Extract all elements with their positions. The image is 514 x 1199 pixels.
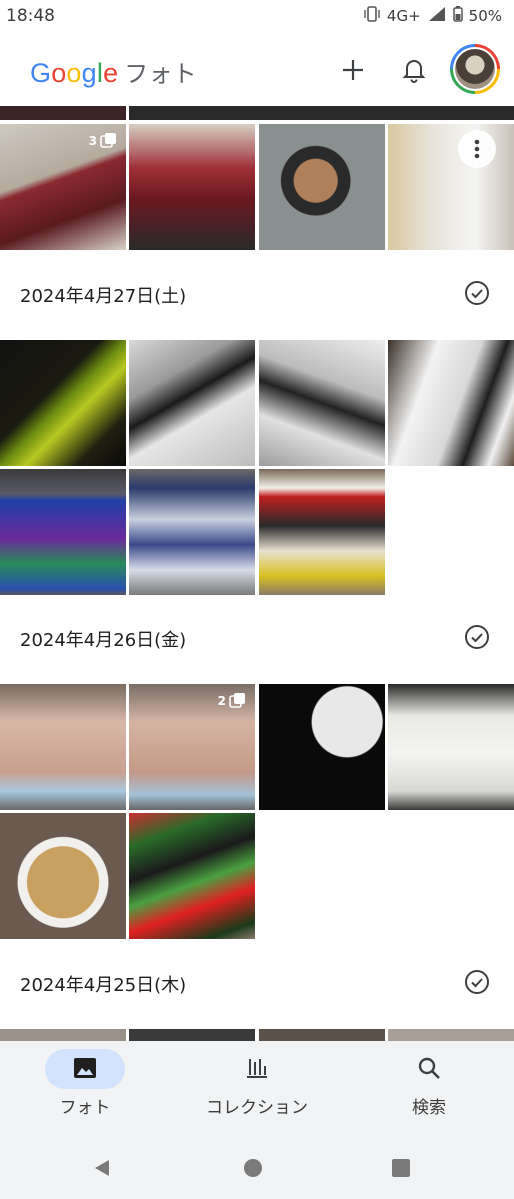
section-date: 2024年4月27日(土) [20,286,187,307]
battery-icon [452,6,463,26]
system-navigation-bar [0,1130,514,1199]
select-all-check-icon[interactable] [464,280,490,306]
photo-thumbnail[interactable]: 2 [129,684,255,810]
photo-thumbnail[interactable] [0,684,126,810]
more-options-button[interactable] [458,130,496,168]
photo-thumbnail[interactable] [259,1029,385,1041]
back-icon[interactable] [92,1158,112,1178]
date-header: 2024年4月25日(木) [0,941,514,1029]
status-time: 18:48 [6,6,55,26]
photo-thumbnail[interactable] [0,1029,126,1041]
more-vert-icon [474,139,480,159]
plus-icon [343,60,363,80]
app-bar: Google フォト [0,34,514,106]
battery-percent: 50% [468,7,502,25]
photo-thumbnail[interactable]: 3 [0,124,126,250]
search-icon [418,1057,440,1079]
nav-label: コレクション [206,1098,308,1118]
photo-thumbnail[interactable] [129,124,255,250]
network-type: 4G+ [386,7,421,25]
stack-icon [229,693,245,708]
photo-thumbnail[interactable] [259,684,385,810]
app-logo: Google フォト [30,54,197,89]
photo-thumbnail[interactable] [0,340,126,466]
library-icon [247,1059,267,1078]
photo-grid[interactable]: 3 2024年4月27日(土) 2024年4月26日(金) 2 2024年4月2… [0,106,514,1041]
stack-icon [100,133,116,148]
photo-thumbnail[interactable] [0,469,126,595]
nav-collections[interactable]: コレクション [172,1041,342,1130]
photo-thumbnail[interactable] [388,340,514,466]
photo-thumbnail[interactable] [129,106,514,120]
photo-thumbnail[interactable] [129,340,255,466]
photo-thumbnail[interactable] [129,813,255,939]
product-name: フォト [124,60,197,88]
bell-icon [402,60,426,83]
photo-icon [74,1058,96,1078]
account-avatar[interactable] [450,44,500,94]
photo-thumbnail[interactable] [0,813,126,939]
photo-thumbnail[interactable] [259,469,385,595]
stack-count: 3 [88,134,97,148]
signal-icon [427,6,447,26]
photo-thumbnail[interactable] [259,124,385,250]
nav-photos[interactable]: フォト [0,1041,170,1130]
vibrate-icon [363,6,381,26]
photo-thumbnail[interactable] [259,340,385,466]
section-date: 2024年4月26日(金) [20,630,187,651]
select-all-check-icon[interactable] [464,969,490,995]
stack-badge: 3 [89,132,118,150]
photo-thumbnail[interactable] [388,684,514,810]
nav-label: フォト [59,1098,111,1118]
stack-count: 2 [217,694,226,708]
photo-thumbnail[interactable] [129,1029,255,1041]
photo-thumbnail[interactable] [129,469,255,595]
nav-search[interactable]: 検索 [344,1041,514,1130]
photo-thumbnail[interactable] [0,106,126,120]
date-header: 2024年4月27日(土) [0,252,514,340]
google-wordmark: Google [30,58,119,88]
add-button[interactable] [333,50,373,90]
avatar-image [455,49,495,89]
date-header: 2024年4月26日(金) [0,596,514,684]
bottom-navigation: フォト コレクション 検索 [0,1041,514,1130]
section-date: 2024年4月25日(木) [20,975,187,996]
recents-icon[interactable] [391,1158,411,1178]
notifications-button[interactable] [394,50,434,90]
select-all-check-icon[interactable] [464,624,490,650]
home-icon[interactable] [243,1158,263,1178]
nav-label: 検索 [412,1098,446,1118]
status-bar: 18:48 4G+ 50% [0,0,514,34]
photo-thumbnail[interactable] [388,1029,514,1041]
stack-badge: 2 [218,692,247,710]
